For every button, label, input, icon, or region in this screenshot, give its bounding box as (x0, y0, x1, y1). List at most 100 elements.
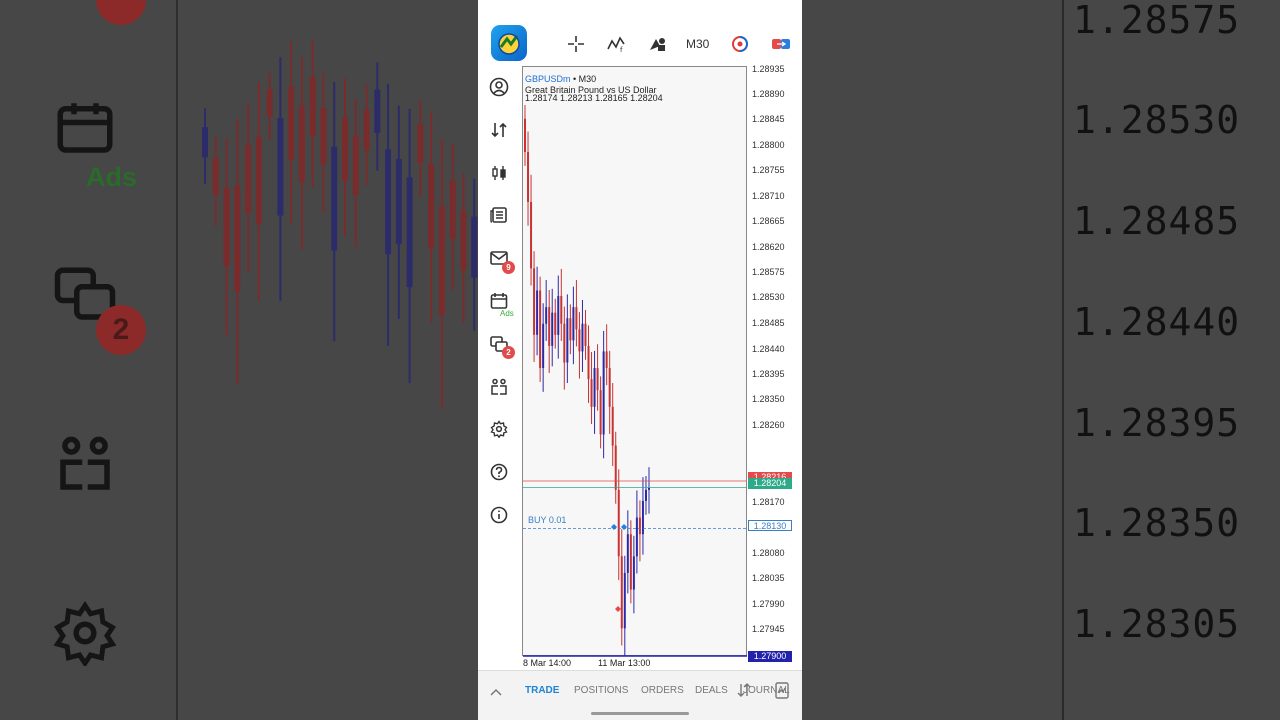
exit-marker (615, 606, 621, 612)
candle-body (557, 296, 560, 335)
background-y-tick: 1.28530 (1073, 98, 1241, 142)
background-candle-body (395, 158, 402, 245)
background-calendar-icon (57, 103, 113, 153)
candle-body (641, 500, 644, 535)
report-icon[interactable] (774, 682, 790, 704)
candle-body (578, 329, 581, 352)
candle-body (599, 390, 602, 435)
phone-screen: f M30 9 Ads 2 GBPUSDm • M30 Great Britai… (478, 0, 802, 720)
background-candle-body (406, 177, 413, 288)
background-y-tick: 1.28485 (1073, 199, 1241, 243)
background-y-tick: 1.28305 (1073, 602, 1241, 646)
candle-body (629, 534, 632, 590)
candle-body (590, 379, 593, 407)
tab-trade[interactable]: TRADE (525, 685, 559, 696)
candle-body (608, 368, 611, 407)
y-tick: 1.27945 (752, 624, 785, 634)
candle-body (530, 201, 533, 269)
candle-body (560, 296, 563, 324)
background-candle-body (331, 146, 338, 251)
background-candle-body (309, 77, 316, 137)
y-tick: 1.28890 (752, 89, 785, 99)
y-tick: 1.28620 (752, 242, 785, 252)
background-candle-body (202, 127, 208, 158)
y-tick: 1.28080 (752, 548, 785, 558)
candle-body (605, 351, 608, 369)
tab-positions[interactable]: POSITIONS (574, 685, 628, 696)
y-tick: 1.28395 (752, 369, 785, 379)
candle-body (617, 489, 620, 557)
x-tick: 8 Mar 14:00 (523, 658, 572, 668)
background-candle-body (288, 86, 295, 160)
symbol-separator: • (570, 74, 579, 84)
background-candle-body (428, 164, 435, 249)
background-right-candles (802, 0, 1062, 720)
candle-body (614, 445, 617, 490)
background-candle-body (245, 145, 252, 213)
background-candle-body (417, 124, 424, 163)
background-y-tick: 1.28350 (1073, 501, 1241, 545)
candle-body (632, 556, 635, 590)
y-tick: 1.28935 (752, 64, 785, 74)
candle-body (533, 268, 536, 335)
candle-body (635, 517, 638, 557)
sort-icon[interactable] (736, 682, 752, 703)
ohlc-values: 1.28174 1.28213 1.28165 1.28204 (525, 93, 663, 103)
background-candle-body (320, 108, 327, 165)
candle-body (575, 307, 578, 330)
background-candle-body (266, 89, 273, 117)
symbol-name: GBPUSDm (525, 74, 571, 84)
candle-body (545, 307, 548, 324)
y-tick: 1.28575 (752, 267, 785, 277)
tab-orders[interactable]: ORDERS (641, 685, 684, 696)
chart-timeframe: M30 (578, 74, 597, 84)
entry-marker (621, 524, 627, 530)
tab-deals[interactable]: DEALS (695, 685, 728, 696)
background-ads-label: Ads (86, 162, 138, 192)
entry-marker (611, 524, 617, 530)
candle-body (524, 118, 526, 153)
candle-body (626, 534, 629, 573)
candle-body (602, 351, 605, 435)
candle-body (542, 323, 545, 369)
background-candle-body (438, 206, 445, 315)
candle-body (572, 307, 575, 341)
price-chart (523, 104, 747, 657)
home-indicator[interactable] (591, 712, 689, 715)
candle-body (593, 368, 596, 407)
candle-body (584, 323, 587, 346)
position-price-tag: 1.28130 (748, 520, 792, 531)
background-candle-body (471, 216, 478, 278)
y-tick: 1.28800 (752, 140, 785, 150)
candle-body (563, 323, 566, 363)
chart-symbol-line: GBPUSDm • M30 (525, 74, 596, 84)
background-candle-body (255, 136, 262, 225)
y-tick: 1.28350 (752, 394, 785, 404)
y-tick: 1.28035 (752, 573, 785, 583)
background-settings-icon (53, 601, 117, 666)
candle-body (623, 572, 626, 629)
background-y-tick: 1.28575 (1073, 0, 1241, 42)
candle-body (551, 312, 554, 346)
background-candle-body (234, 185, 241, 292)
candle-body (548, 307, 551, 346)
bid-price-tag: 1.28204 (748, 478, 792, 489)
background-candle-body (363, 109, 370, 151)
candle-body (566, 318, 569, 363)
background-candle-body (298, 105, 305, 183)
chevron-up-icon[interactable] (490, 684, 502, 702)
background-candle-body (352, 135, 359, 195)
background-divider (176, 0, 178, 720)
candle-body (536, 290, 539, 335)
y-tick: 1.27990 (752, 599, 785, 609)
background-axis-divider (1062, 0, 1064, 720)
background-candle-body (223, 187, 230, 267)
y-tick: 1.28440 (752, 344, 785, 354)
position-label[interactable]: BUY 0.01 (528, 515, 566, 525)
background-candle-body (342, 117, 348, 182)
background-community-icon (60, 436, 110, 490)
candle-body (554, 312, 557, 335)
background-y-tick: 1.28440 (1073, 300, 1241, 344)
background-left-panel: Ads 2 (0, 0, 478, 720)
y-tick: 1.28665 (752, 216, 785, 226)
